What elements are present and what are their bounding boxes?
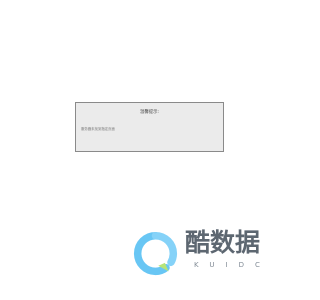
watermark-logo: 酷数据 KUIDC (133, 228, 283, 276)
dialog-title: 温馨提示: (139, 110, 160, 115)
page: 温馨提示: 服务器未找到指定页面 酷数据 KUIDC (0, 0, 300, 300)
brand-logo-icon (133, 231, 178, 276)
dialog-message: 服务器未找到指定页面 (81, 127, 115, 131)
alert-dialog: 温馨提示: 服务器未找到指定页面 (75, 102, 224, 152)
brand-subtext: KUIDC (194, 261, 271, 269)
brand-text: 酷数据 (185, 228, 261, 257)
